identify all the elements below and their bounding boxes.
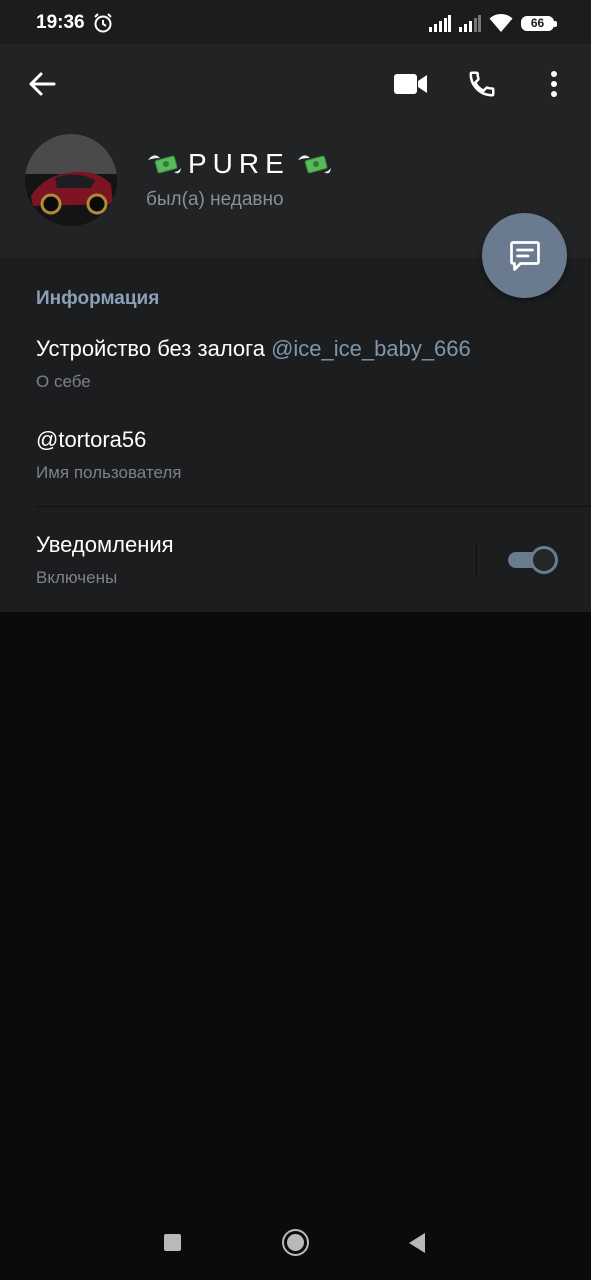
money-with-wings-icon (148, 155, 181, 174)
notifications-state: Включены (36, 568, 118, 587)
more-options-button[interactable] (536, 62, 572, 106)
home-icon[interactable] (282, 1229, 309, 1256)
profile-name: PURE (146, 148, 332, 180)
back-icon[interactable] (407, 1232, 427, 1254)
info-section: Информация Устройство без залога @ice_ic… (0, 258, 591, 612)
divider (36, 506, 591, 507)
status-time: 19:36 (36, 12, 85, 33)
wifi-icon (489, 14, 513, 32)
notifications-toggle[interactable] (508, 545, 558, 575)
battery-icon: 66 (521, 16, 557, 31)
last-seen-status: был(а) недавно (146, 189, 284, 210)
call-button[interactable] (460, 62, 504, 106)
bio-text: Устройство без залога (36, 336, 265, 361)
system-nav-bar (0, 1210, 591, 1280)
avatar-image (25, 134, 117, 226)
signal-icon (459, 15, 481, 32)
recent-apps-icon[interactable] (164, 1234, 181, 1251)
more-vertical-icon (551, 71, 557, 97)
send-message-button[interactable] (482, 213, 567, 298)
bio-label: О себе (36, 372, 91, 391)
back-button[interactable] (20, 64, 64, 104)
bio-link[interactable]: @ice_ice_baby_666 (271, 336, 471, 361)
profile-name-text: PURE (188, 148, 290, 179)
username-label: Имя пользователя (36, 463, 182, 482)
video-call-button[interactable] (388, 64, 434, 104)
money-with-wings-icon (297, 155, 331, 174)
status-bar: 19:36 66 (0, 0, 591, 44)
avatar[interactable] (25, 134, 117, 226)
message-icon (509, 240, 540, 271)
section-title: Информация (36, 288, 160, 309)
phone-icon (469, 71, 495, 97)
alarm-icon (94, 13, 112, 33)
back-arrow-icon (29, 72, 56, 96)
separator (476, 542, 477, 576)
bio-row[interactable]: Устройство без залога @ice_ice_baby_666 (36, 336, 471, 362)
battery-level: 66 (530, 16, 545, 30)
notifications-title[interactable]: Уведомления (36, 532, 174, 558)
toggle-knob (530, 546, 558, 574)
signal-icon (429, 15, 451, 32)
video-call-icon (394, 74, 427, 94)
username-value[interactable]: @tortora56 (36, 427, 146, 453)
